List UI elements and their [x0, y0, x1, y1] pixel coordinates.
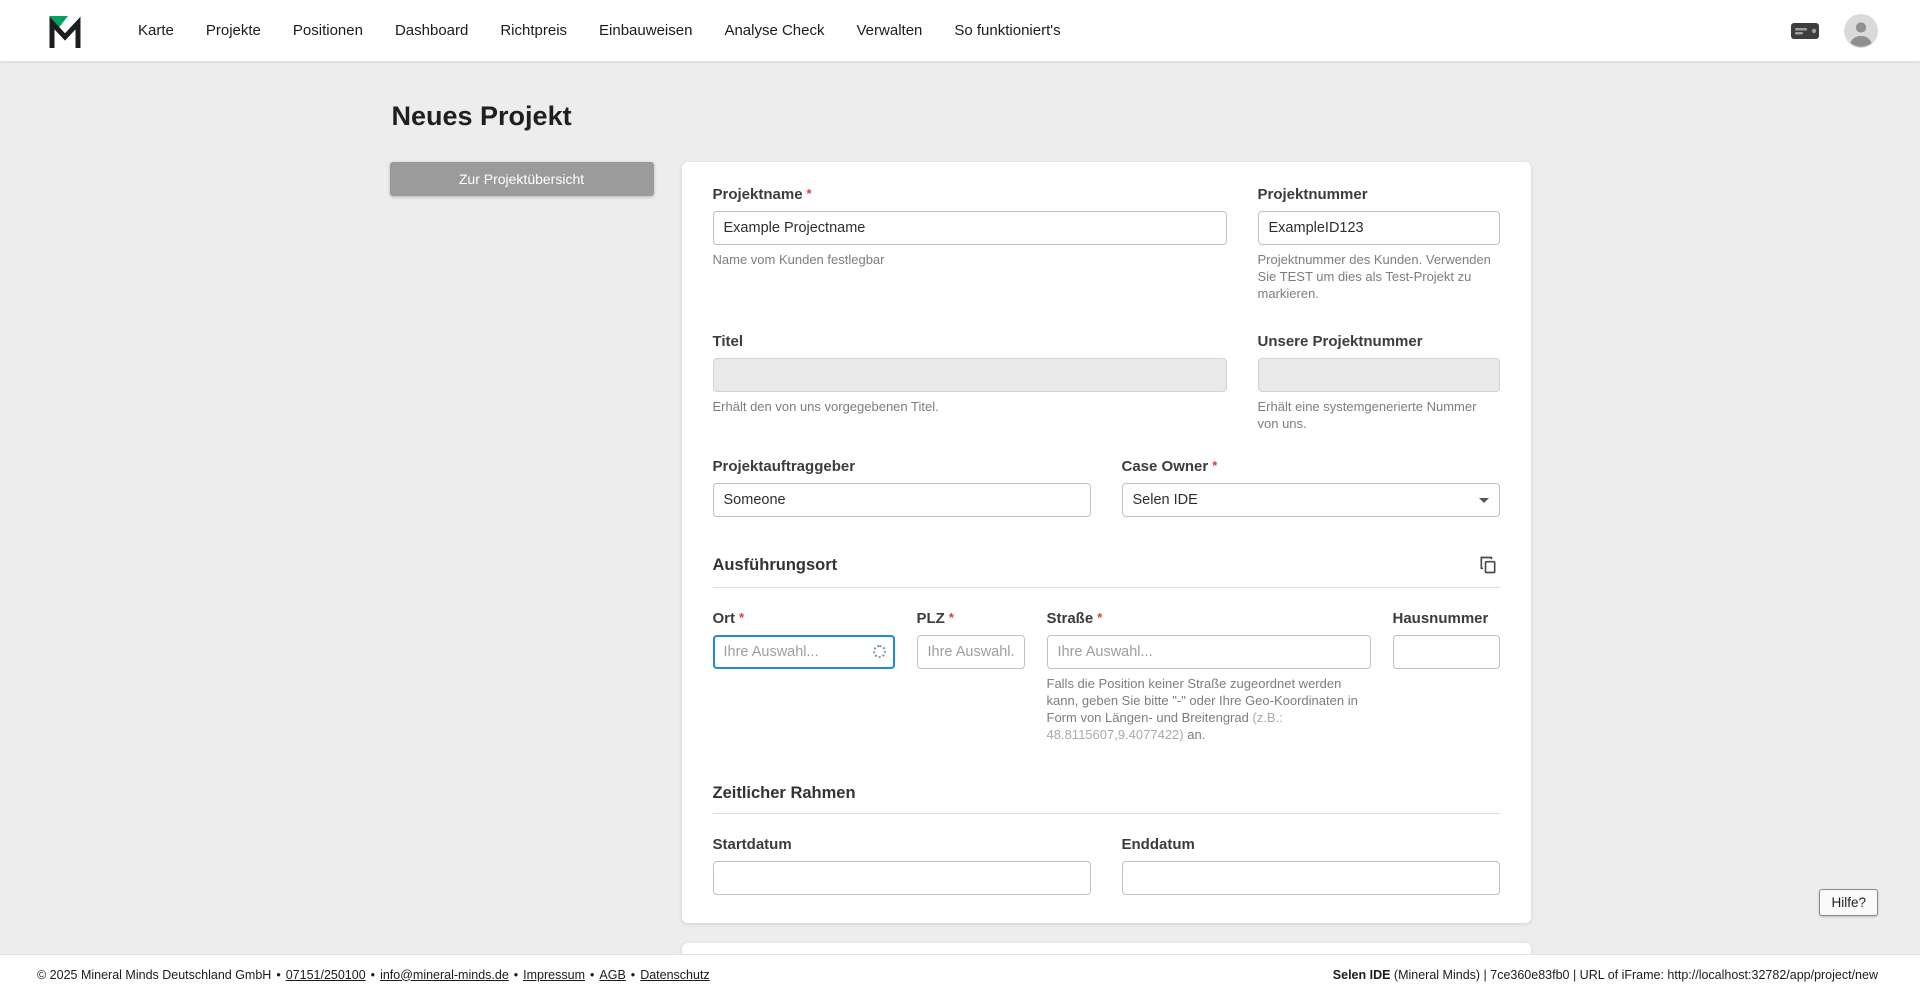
- brand-logo-icon: [49, 15, 81, 48]
- ausfuehrungsort-section-header: Ausführungsort: [712, 553, 1500, 589]
- titel-helper: Erhält den von uns vorgegebenen Titel.: [712, 398, 939, 414]
- projektname-input[interactable]: [712, 211, 1227, 245]
- projektnummer-helper: Projektnummer des Kunden. Verwenden Sie …: [1257, 252, 1491, 301]
- unsere-projektnummer-label: Unsere Projektnummer: [1257, 332, 1423, 350]
- required-asterisk: *: [948, 610, 954, 626]
- nav-item-so-funktionierts[interactable]: So funktioniert's: [954, 22, 1060, 39]
- main-nav: Karte Projekte Positionen Dashboard Rich…: [138, 22, 1061, 39]
- projektnummer-label: Projektnummer: [1257, 186, 1368, 203]
- plz-label: PLZ *: [916, 610, 954, 628]
- server-icon[interactable]: [1790, 20, 1820, 42]
- nav-item-karte[interactable]: Karte: [138, 22, 174, 39]
- ausfuehrungsort-section-title: Ausführungsort: [712, 555, 838, 574]
- copy-location-button[interactable]: [1476, 553, 1500, 577]
- projektauftraggeber-input[interactable]: [712, 483, 1091, 518]
- zeitlicher-rahmen-section-header: Zeitlicher Rahmen: [712, 784, 1500, 815]
- strasse-helper: Falls die Position keiner Straße zugeord…: [1046, 676, 1358, 743]
- startdatum-input[interactable]: [712, 861, 1091, 896]
- nav-item-dashboard[interactable]: Dashboard: [395, 22, 468, 39]
- required-asterisk: *: [806, 186, 812, 201]
- required-asterisk: *: [739, 610, 745, 626]
- back-to-project-overview-button[interactable]: Zur Projektübersicht: [389, 162, 654, 196]
- copy-icon: [1480, 557, 1495, 574]
- projektname-label: Projektname *: [712, 186, 812, 203]
- zeitlicher-rahmen-section-title: Zeitlicher Rahmen: [712, 784, 856, 803]
- case-owner-label: Case Owner *: [1121, 458, 1218, 476]
- nav-item-richtpreis[interactable]: Richtpreis: [500, 22, 567, 39]
- nav-item-einbauweisen[interactable]: Einbauweisen: [599, 22, 692, 39]
- enddatum-input[interactable]: [1121, 861, 1500, 896]
- plz-input[interactable]: [916, 635, 1025, 670]
- unsere-projektnummer-helper: Erhält eine systemgenerierte Nummer von …: [1257, 398, 1477, 431]
- firmendaten-card: Firmendaten: [681, 943, 1531, 954]
- enddatum-label: Enddatum: [1121, 836, 1195, 854]
- user-avatar-icon[interactable]: [1844, 13, 1878, 48]
- titel-label: Titel: [712, 332, 744, 350]
- footer-link-agb[interactable]: AGB: [599, 968, 625, 982]
- footer-link-impressum[interactable]: Impressum: [523, 968, 585, 982]
- case-owner-selected-value: Selen IDE: [1132, 492, 1198, 509]
- footer-link-phone[interactable]: 07151/250100: [286, 968, 366, 982]
- project-form-card: Projektname* Name vom Kunden festlegbar …: [681, 162, 1531, 924]
- strasse-label: Straße *: [1046, 610, 1103, 628]
- projektnummer-input[interactable]: [1257, 211, 1500, 245]
- footer-left: © 2025 Mineral Minds Deutschland GmbH • …: [37, 967, 710, 982]
- caret-down-icon: [1478, 498, 1489, 504]
- nav-item-verwalten[interactable]: Verwalten: [857, 22, 923, 39]
- projektname-helper: Name vom Kunden festlegbar: [712, 252, 885, 267]
- required-asterisk: *: [1212, 458, 1218, 474]
- titel-input: [712, 357, 1227, 392]
- unsere-projektnummer-input: [1257, 357, 1500, 392]
- main-content: Neues Projekt Zur Projektübersicht Proje…: [0, 61, 1920, 954]
- app-logo[interactable]: [44, 10, 86, 52]
- help-button[interactable]: Hilfe?: [1819, 889, 1878, 916]
- nav-item-analyse-check[interactable]: Analyse Check: [724, 22, 824, 39]
- hausnummer-input[interactable]: [1392, 635, 1500, 670]
- case-owner-select[interactable]: Selen IDE: [1121, 483, 1500, 518]
- hausnummer-label: Hausnummer: [1392, 610, 1489, 628]
- session-info: Selen IDE (Mineral Minds) | 7ce360e83fb0…: [1333, 968, 1878, 982]
- page-title: Neues Projekt: [391, 101, 572, 131]
- strasse-input[interactable]: [1046, 635, 1371, 670]
- footer-link-datenschutz[interactable]: Datenschutz: [640, 968, 709, 982]
- ort-label: Ort *: [712, 610, 745, 628]
- projektauftraggeber-label: Projektauftraggeber: [712, 458, 856, 476]
- required-asterisk: *: [1097, 610, 1103, 626]
- nav-item-projekte[interactable]: Projekte: [206, 22, 261, 39]
- ort-input[interactable]: [712, 635, 895, 670]
- nav-item-positionen[interactable]: Positionen: [293, 22, 363, 39]
- loading-spinner-icon: [872, 645, 886, 659]
- top-nav: Karte Projekte Positionen Dashboard Rich…: [0, 0, 1920, 61]
- footer: © 2025 Mineral Minds Deutschland GmbH • …: [0, 954, 1920, 994]
- session-user: Selen IDE: [1332, 967, 1391, 982]
- session-details: (Mineral Minds) | 7ce360e83fb0 | URL of …: [1390, 967, 1878, 982]
- left-column: Zur Projektübersicht: [389, 162, 654, 196]
- copyright-text: © 2025 Mineral Minds Deutschland GmbH: [37, 967, 272, 982]
- footer-link-email[interactable]: info@mineral-minds.de: [380, 968, 509, 982]
- startdatum-label: Startdatum: [712, 836, 792, 854]
